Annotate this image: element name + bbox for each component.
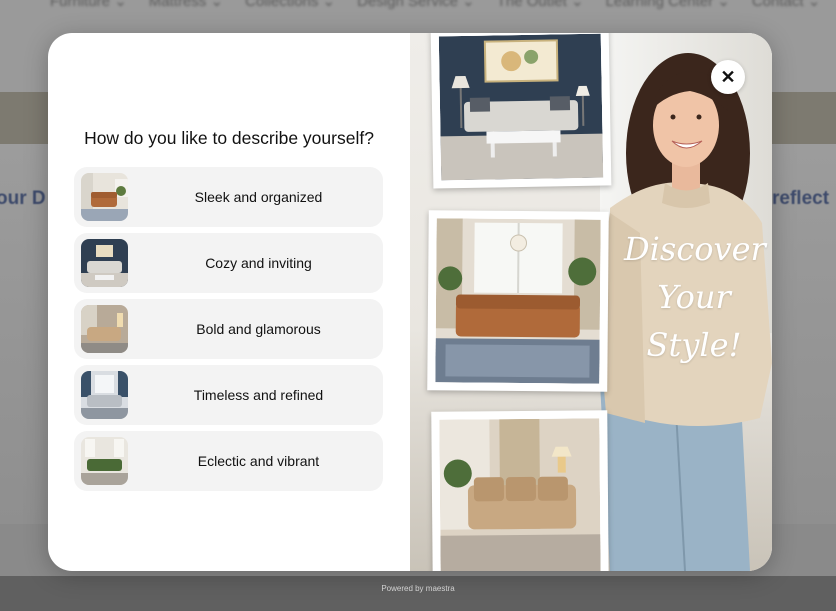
option-bold-glamorous[interactable]: Bold and glamorous	[74, 299, 383, 359]
option-label: Eclectic and vibrant	[197, 453, 320, 469]
room-photo-2	[427, 210, 609, 392]
option-thumbnail	[81, 437, 128, 485]
option-eclectic-vibrant[interactable]: Eclectic and vibrant	[74, 431, 383, 491]
bg-nav-item: Contact ⌄	[751, 0, 821, 10]
close-icon: ✕	[720, 66, 736, 87]
option-thumbnail	[81, 239, 128, 287]
room-photo-1	[430, 33, 612, 189]
option-label: Timeless and refined	[193, 387, 324, 403]
tagline-line: Discover	[624, 230, 766, 268]
option-cozy-inviting[interactable]: Cozy and inviting	[74, 233, 383, 293]
option-label: Bold and glamorous	[196, 321, 321, 337]
quiz-panel: How do you like to describe yourself? Sl…	[48, 33, 410, 571]
bg-nav-item: Collections ⌄	[245, 0, 336, 10]
bg-nav-item: Mattress ⌄	[148, 0, 224, 10]
option-label: Sleek and organized	[194, 189, 323, 205]
background-right-text: reflect	[772, 188, 830, 209]
option-thumbnail	[81, 371, 128, 419]
option-thumbnail	[81, 173, 128, 221]
tagline-line: Your	[657, 278, 731, 316]
answer-options: Sleek and organized Cozy and inviting Bo…	[74, 167, 383, 491]
quiz-question: How do you like to describe yourself?	[84, 128, 374, 148]
bg-nav-item: Furniture ⌄	[50, 0, 127, 10]
background-nav-items: Furniture ⌄ Mattress ⌄ Collections ⌄ Des…	[50, 0, 820, 10]
option-label: Cozy and inviting	[205, 255, 312, 271]
discover-your-style-tagline: Discover Your Style!	[624, 225, 766, 369]
close-button[interactable]: ✕	[711, 60, 745, 94]
option-timeless-refined[interactable]: Timeless and refined	[74, 365, 383, 425]
tagline-line: Style!	[646, 326, 742, 364]
bg-nav-item: Design Service ⌄	[357, 0, 475, 10]
bg-nav-item: Learning Center ⌄	[605, 0, 730, 10]
background-left-text: our D	[0, 188, 46, 209]
room-photo-3	[431, 410, 609, 571]
option-sleek-organized[interactable]: Sleek and organized	[74, 167, 383, 227]
option-thumbnail	[81, 305, 128, 353]
powered-by-text[interactable]: Powered by maestra	[0, 584, 836, 593]
style-quiz-modal: How do you like to describe yourself? Sl…	[48, 33, 772, 571]
promo-image-panel: Discover Your Style! ✕	[410, 33, 772, 571]
bg-nav-item: The Outlet ⌄	[496, 0, 584, 10]
background-footer	[0, 576, 836, 611]
